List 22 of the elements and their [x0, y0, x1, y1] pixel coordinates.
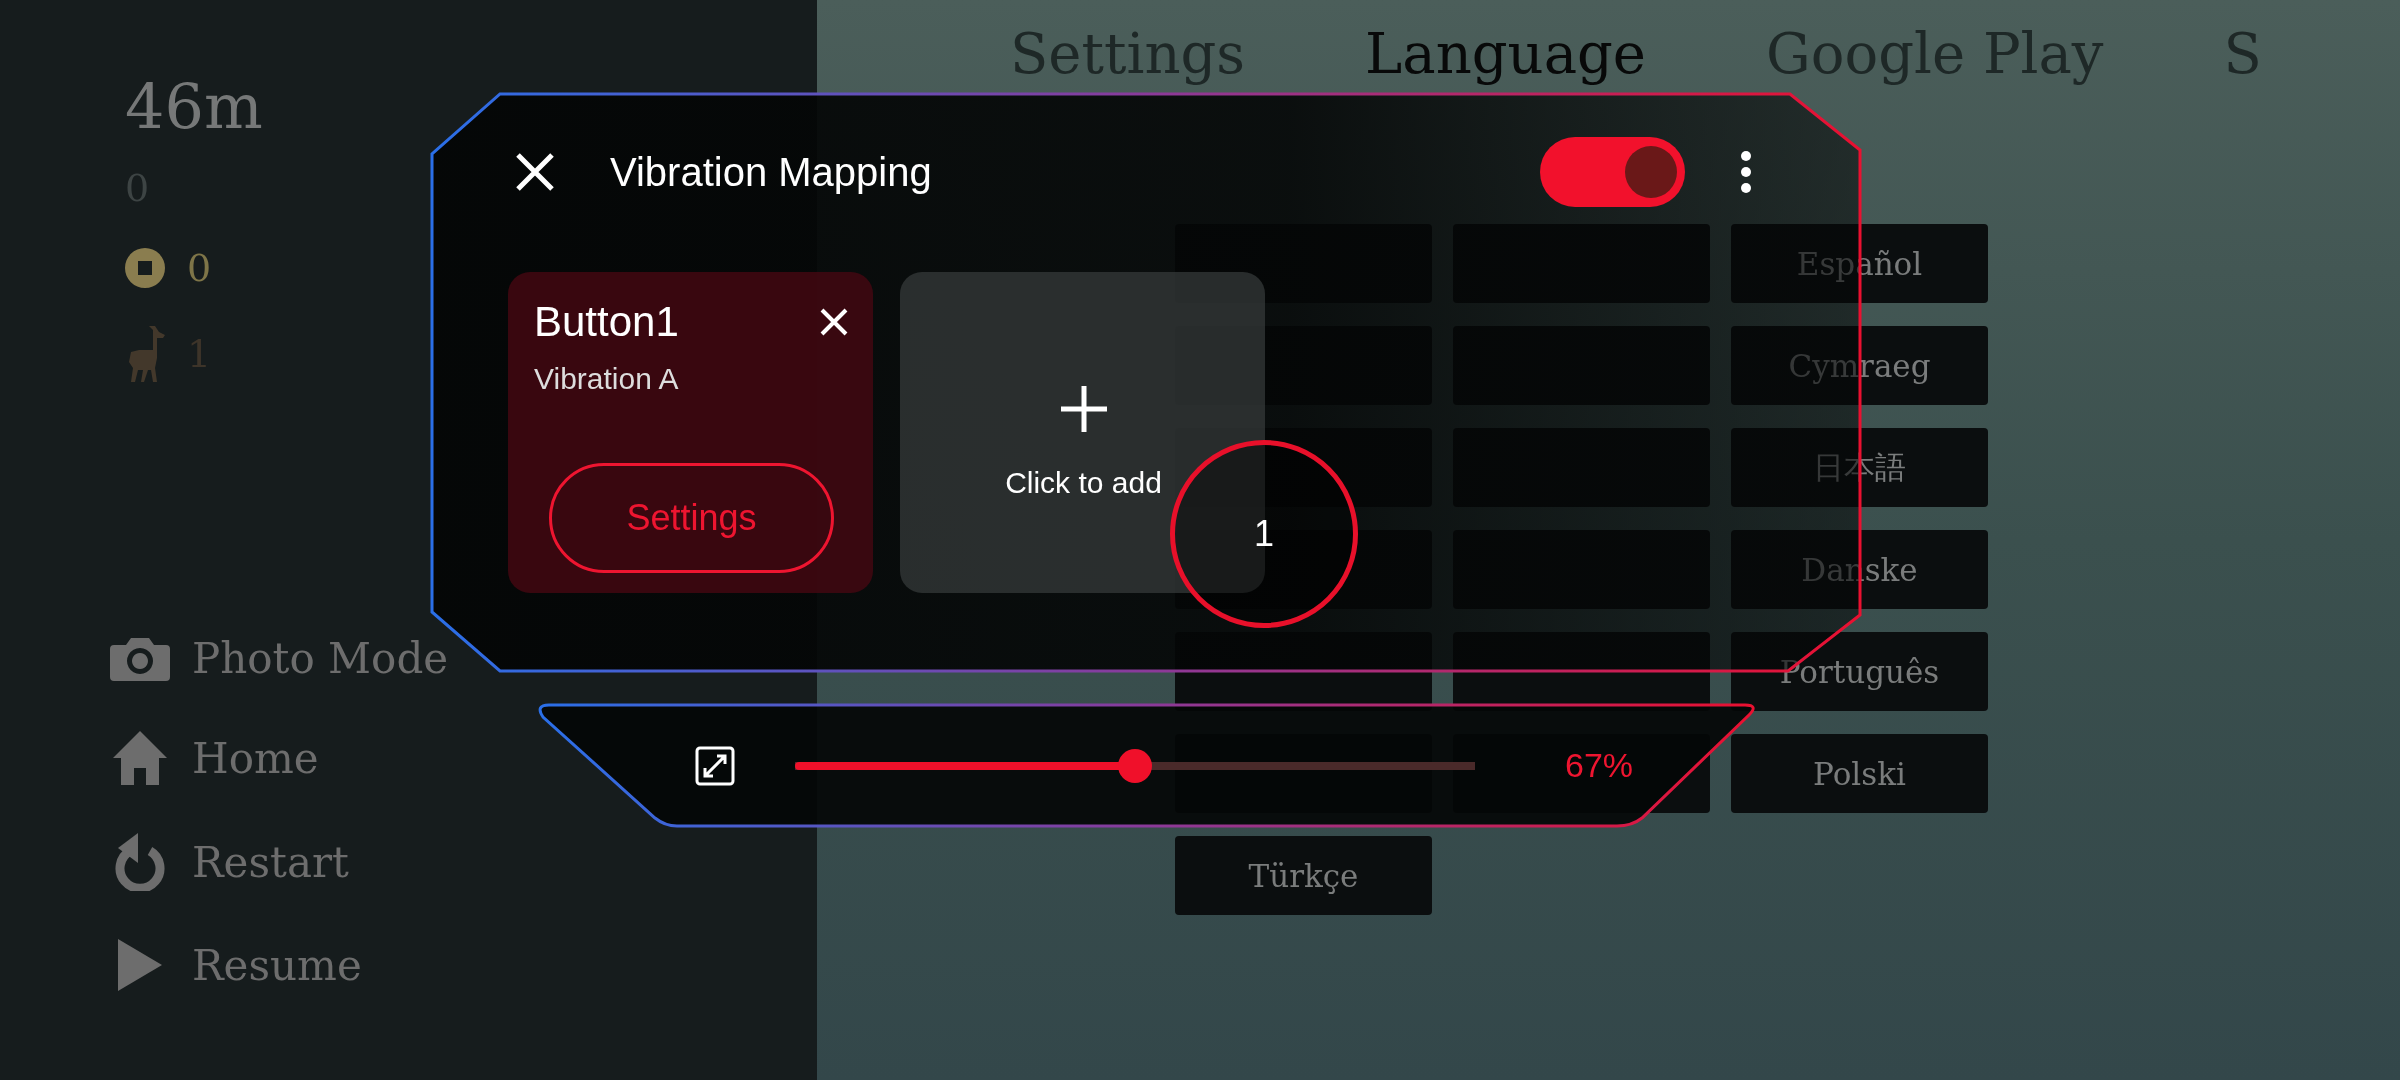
menu-item[interactable]: Home [110, 731, 319, 786]
close-icon[interactable] [819, 307, 849, 337]
mapping-name: Button1 [534, 298, 679, 346]
close-icon[interactable] [515, 152, 555, 192]
menu-item[interactable]: Resume [110, 939, 362, 992]
menu-item[interactable]: Photo Mode [110, 634, 449, 684]
more-icon[interactable] [1740, 150, 1752, 194]
intensity-reading: 67% [1565, 746, 1634, 785]
vibration-label: Vibration A [534, 362, 680, 396]
menu-item[interactable]: Restart [110, 833, 349, 892]
settings-button[interactable]: Settings [549, 463, 834, 573]
distance-counter: 46m [125, 70, 263, 145]
language-button[interactable]: Türkçe [1175, 836, 1432, 915]
floating-badge[interactable]: 1 [1170, 440, 1358, 628]
language-button[interactable]: Polski [1731, 734, 1988, 813]
coin-icon [125, 248, 165, 289]
camera-icon [110, 636, 170, 681]
add-label: Click to add [1005, 465, 1162, 500]
plus-icon [1060, 385, 1107, 432]
expand-icon[interactable] [695, 745, 735, 786]
dialog-title: Vibration Mapping [610, 149, 932, 195]
coin-counter: 0 [187, 246, 212, 291]
